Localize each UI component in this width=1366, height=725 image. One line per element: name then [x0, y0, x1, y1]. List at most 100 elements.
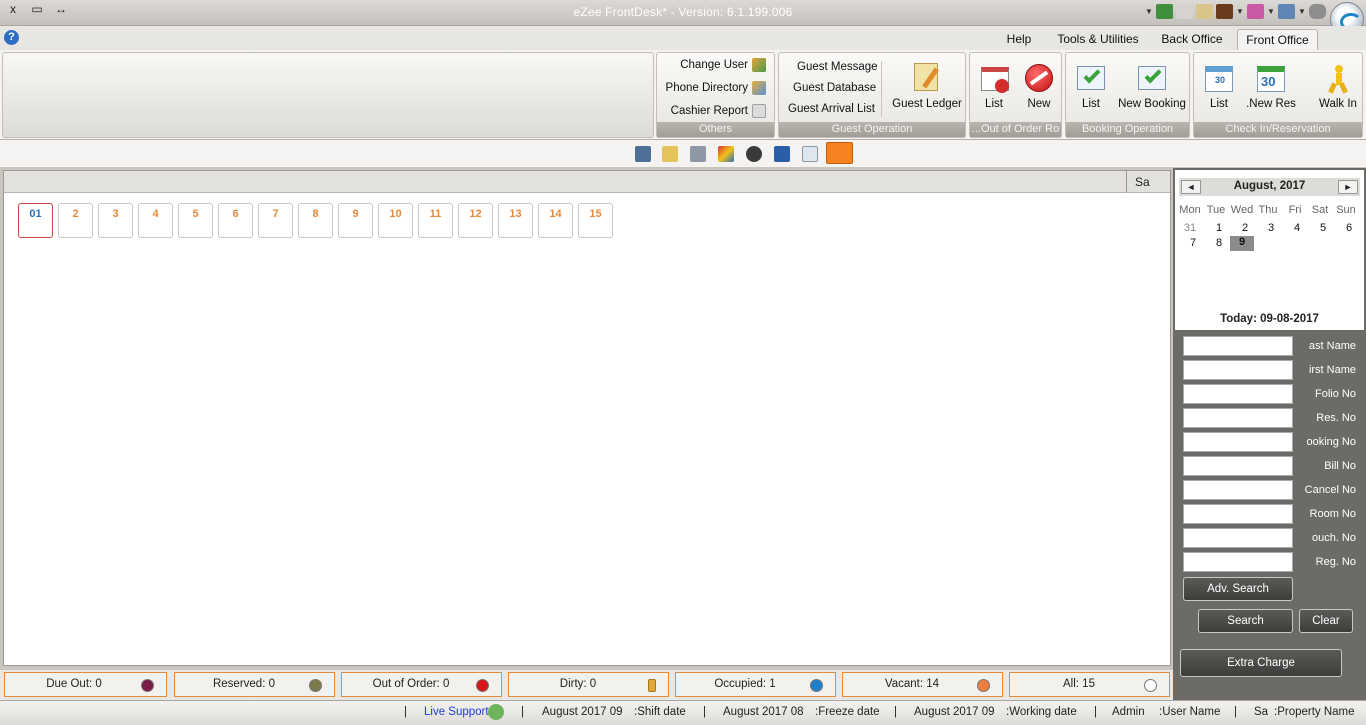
res-no-label: Res. No: [1316, 412, 1356, 424]
grid-view-icon[interactable]: [774, 146, 790, 162]
notes-icon[interactable]: [1196, 4, 1213, 19]
monitor-icon[interactable]: [1278, 4, 1295, 19]
change-user-label: Change User: [680, 59, 748, 71]
search-button[interactable]: Search: [1198, 609, 1293, 633]
room-tile[interactable]: 01: [18, 203, 53, 238]
last-name-input[interactable]: [1183, 336, 1293, 356]
document-icon[interactable]: [1176, 4, 1193, 19]
window-view-icon[interactable]: [802, 146, 818, 162]
folio-no-input[interactable]: [1183, 384, 1293, 404]
calendar-day[interactable]: 1: [1207, 222, 1231, 234]
guest-ledger-button[interactable]: Guest Ledger: [891, 57, 963, 110]
res-no-input[interactable]: [1183, 408, 1293, 428]
walk-in-button[interactable]: Walk In: [1314, 57, 1362, 110]
compass-icon[interactable]: [746, 146, 762, 162]
room-tile[interactable]: 9: [338, 203, 373, 238]
search-row-first-name: irst Name: [1183, 360, 1363, 380]
extra-charge-button[interactable]: Extra Charge: [1180, 649, 1342, 677]
legend-occupied[interactable]: Occupied: 1: [675, 672, 836, 697]
room-tile[interactable]: 15: [578, 203, 613, 238]
calendar-day[interactable]: 3: [1259, 222, 1283, 234]
calendar-weekday: Thu: [1258, 204, 1278, 216]
adv-search-button[interactable]: Adv. Search: [1183, 577, 1293, 601]
out-of-order-list-button[interactable]: List: [972, 57, 1016, 110]
calendar-day[interactable]: 5: [1311, 222, 1335, 234]
group-guest-operation: Guest Message Guest Database Guest Arriv…: [778, 52, 966, 138]
new-booking-button[interactable]: New Booking: [1116, 57, 1188, 110]
refresh-icon[interactable]: [1156, 4, 1173, 19]
brush-icon[interactable]: [690, 146, 706, 162]
phone-directory-button[interactable]: Phone Directory: [666, 78, 766, 98]
room-no-input[interactable]: [1183, 504, 1293, 524]
calendar-day[interactable]: 6: [1337, 222, 1361, 234]
guest-message-button[interactable]: Guest Message: [797, 57, 878, 77]
calendar-day[interactable]: 31: [1178, 222, 1202, 234]
cashier-report-button[interactable]: Cashier Report: [671, 101, 766, 121]
tab-tools-utilities[interactable]: Tools & Utilities: [1052, 29, 1144, 50]
cancel-no-input[interactable]: [1183, 480, 1293, 500]
legend-vacant[interactable]: Vacant: 14: [842, 672, 1003, 697]
walking-person-icon: [1321, 61, 1355, 95]
calendar-day[interactable]: 8: [1207, 237, 1231, 249]
guest-database-button[interactable]: Guest Database: [793, 78, 876, 98]
tab-back-office[interactable]: Back Office: [1156, 29, 1228, 50]
checklist-icon: [1074, 61, 1108, 95]
database-icon[interactable]: [1309, 4, 1326, 19]
room-tile[interactable]: 13: [498, 203, 533, 238]
reg-no-input[interactable]: [1183, 552, 1293, 572]
booking-no-input[interactable]: [1183, 432, 1293, 452]
view-toolbar: [0, 140, 1366, 168]
bill-no-input[interactable]: [1183, 456, 1293, 476]
property-name-label: :Property Name: [1274, 706, 1355, 718]
new-reservation-button[interactable]: 30 .New Res: [1246, 57, 1296, 110]
mail-icon[interactable]: [1247, 4, 1264, 19]
room-view-icon[interactable]: [826, 142, 853, 164]
legend-reserved[interactable]: Reserved: 0: [174, 672, 335, 697]
calendar-day-today[interactable]: 9: [1230, 236, 1254, 251]
change-user-button[interactable]: Change User: [680, 55, 766, 75]
reservation-list-button[interactable]: 30 List: [1198, 57, 1240, 110]
room-tile[interactable]: 12: [458, 203, 493, 238]
due-out-dot-icon: [141, 679, 154, 692]
room-tile[interactable]: 5: [178, 203, 213, 238]
room-tile[interactable]: 4: [138, 203, 173, 238]
print-icon[interactable]: [635, 146, 651, 162]
support-icon[interactable]: [488, 704, 504, 720]
legend-all[interactable]: All: 15: [1009, 672, 1170, 697]
voucher-no-input[interactable]: [1183, 528, 1293, 548]
room-tile[interactable]: 7: [258, 203, 293, 238]
out-of-order-new-button[interactable]: New: [1018, 57, 1060, 110]
room-tile[interactable]: 2: [58, 203, 93, 238]
tab-front-office[interactable]: Front Office: [1237, 29, 1318, 50]
first-name-input[interactable]: [1183, 360, 1293, 380]
calendar-day[interactable]: 7: [1181, 237, 1205, 249]
booking-list-button[interactable]: List: [1070, 57, 1112, 110]
help-icon[interactable]: ?: [4, 30, 19, 45]
last-name-label: ast Name: [1308, 340, 1356, 352]
legend-out-of-order[interactable]: Out of Order: 0: [341, 672, 502, 697]
room-tile[interactable]: 6: [218, 203, 253, 238]
room-tile[interactable]: 8: [298, 203, 333, 238]
clear-button[interactable]: Clear: [1299, 609, 1353, 633]
legend-dirty[interactable]: Dirty: 0: [508, 672, 669, 697]
calendar-day[interactable]: 2: [1233, 222, 1257, 234]
room-tile[interactable]: 10: [378, 203, 413, 238]
book-icon[interactable]: [1216, 4, 1233, 19]
palette-icon[interactable]: [718, 146, 734, 162]
chevron-down-icon[interactable]: ▼: [1236, 7, 1244, 16]
room-tile[interactable]: 3: [98, 203, 133, 238]
tag-icon[interactable]: [662, 146, 678, 162]
next-month-button[interactable]: ►: [1338, 180, 1358, 194]
legend-due-out[interactable]: Due Out: 0: [4, 672, 167, 697]
chevron-down-icon[interactable]: ▼: [1267, 7, 1275, 16]
live-support-link[interactable]: Live Support: [424, 706, 489, 718]
tab-help[interactable]: Help: [996, 29, 1042, 50]
today-label[interactable]: Today: 09-08-2017: [1175, 313, 1364, 325]
chevron-down-icon[interactable]: ▼: [1145, 7, 1153, 16]
room-tile[interactable]: 11: [418, 203, 453, 238]
room-tile[interactable]: 14: [538, 203, 573, 238]
chevron-down-icon[interactable]: ▼: [1298, 7, 1306, 16]
guest-arrival-list-button[interactable]: Guest Arrival List: [788, 99, 875, 119]
phone-directory-label: Phone Directory: [665, 82, 748, 94]
calendar-day[interactable]: 4: [1285, 222, 1309, 234]
